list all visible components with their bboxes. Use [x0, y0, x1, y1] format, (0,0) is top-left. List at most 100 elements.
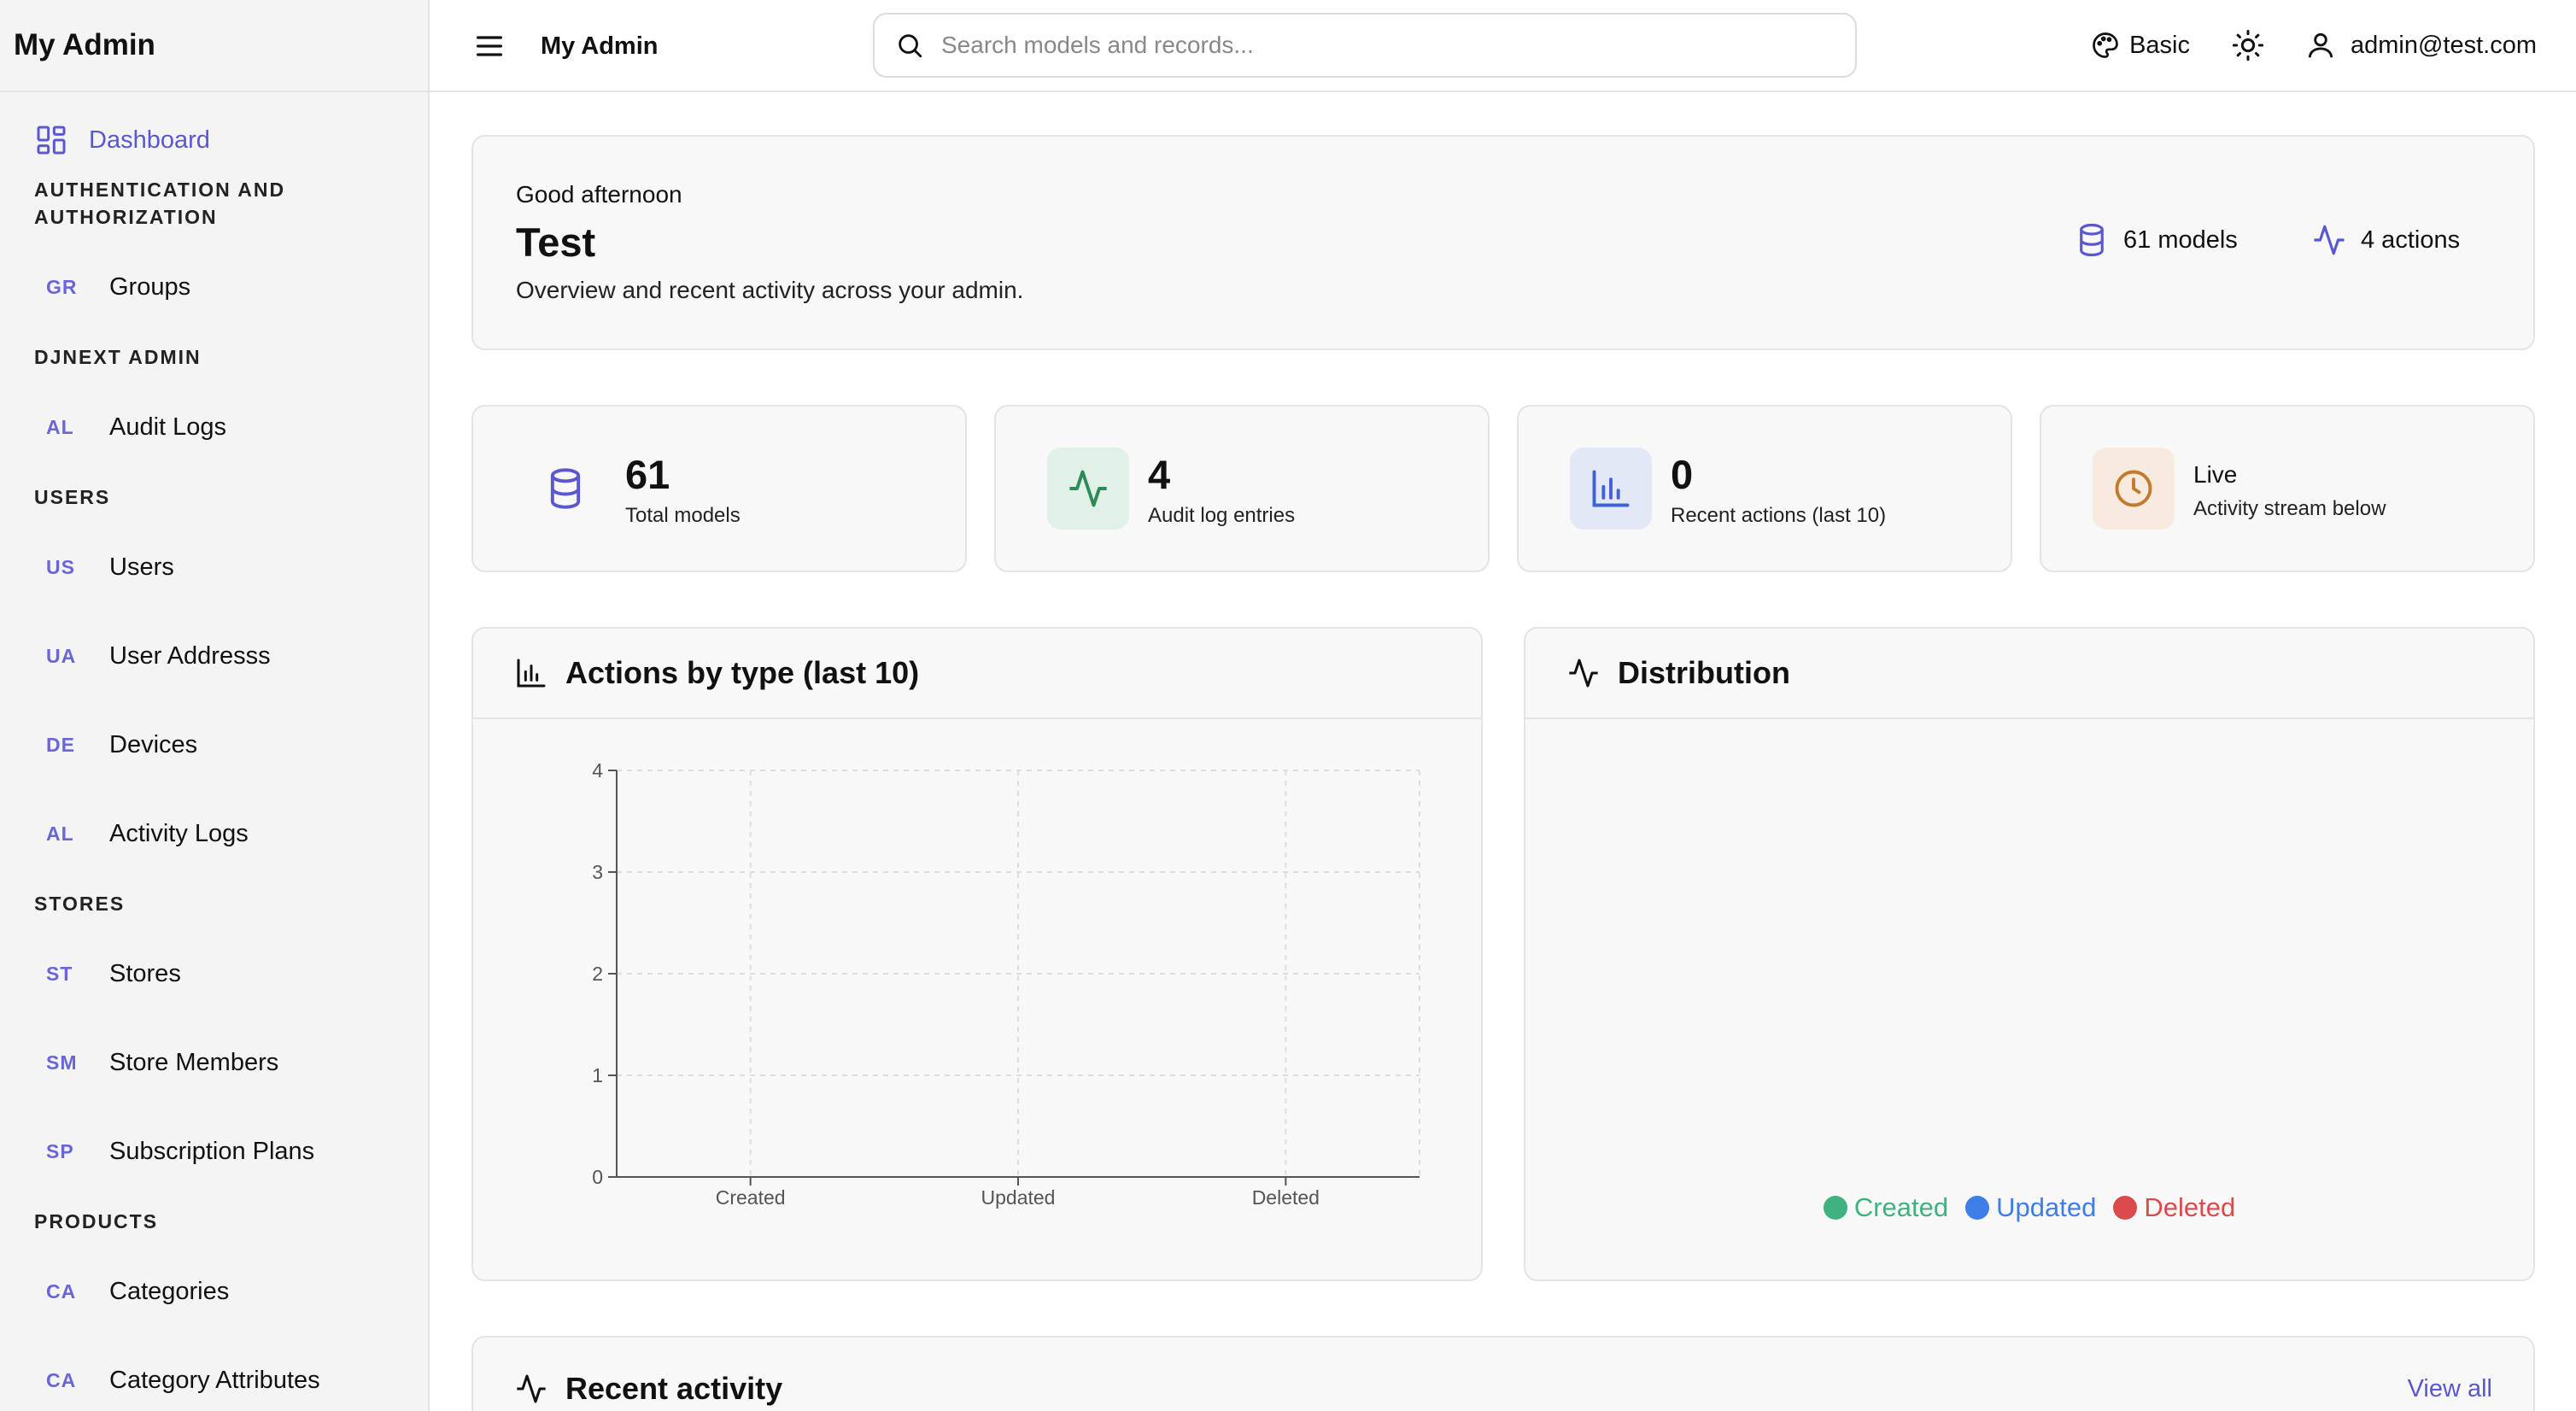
sidebar-item-label: Category Attributes	[109, 1366, 320, 1394]
search-icon	[899, 34, 922, 58]
sidebar-item-user-addresss[interactable]: UA User Addresss	[0, 612, 428, 700]
sidebar-item-label: Users	[109, 553, 174, 581]
sidebar-item-activity-logs[interactable]: AL Activity Logs	[0, 789, 428, 878]
topbar-title: My Admin	[541, 32, 659, 60]
sun-icon[interactable]	[2231, 28, 2265, 62]
legend-item-created[interactable]: Created	[1823, 1192, 1949, 1223]
user-name: Test	[516, 220, 596, 265]
stat-card-audit-log: 4 Audit log entries	[994, 405, 1490, 572]
sidebar-nav: Dashboard AUTHENTICATION AND AUTHORIZATI…	[0, 92, 428, 1411]
nav-abbr: US	[46, 555, 75, 578]
nav-section-title: AUTHENTICATION AND AUTHORIZATION	[34, 179, 286, 228]
x-tick-label: Deleted	[1252, 1186, 1320, 1209]
nav-section-title: USERS	[34, 486, 111, 508]
sidebar-item-label: User Addresss	[109, 641, 271, 670]
sidebar-item-label: Devices	[109, 730, 198, 758]
stat-card-total-models: 61 Total models	[471, 405, 967, 572]
sidebar-item-label: Audit Logs	[109, 413, 227, 441]
sidebar-item-store-members[interactable]: SM Store Members	[0, 1018, 428, 1107]
stat-value: 0	[1671, 452, 1694, 497]
user-email: admin@test.com	[2350, 31, 2537, 59]
nav-section-title: STORES	[34, 893, 126, 915]
activity-icon	[2314, 225, 2345, 255]
legend-label: Updated	[1996, 1192, 2097, 1222]
greeting: Good afternoon	[516, 181, 682, 208]
sidebar-item-label: Subscription Plans	[109, 1137, 315, 1165]
nav-abbr: GR	[46, 275, 78, 298]
y-tick-label: 4	[592, 759, 603, 782]
panel-header: Recent activity	[473, 1338, 2533, 1411]
stat-label: Audit log entries	[1148, 504, 1296, 527]
sidebar-item-label: Store Members	[109, 1048, 279, 1076]
stat-label: Total models	[625, 504, 741, 527]
sidebar-item-label: Stores	[109, 959, 181, 987]
stat-label: Activity stream below	[2193, 497, 2386, 520]
legend-item-updated[interactable]: Updated	[1965, 1192, 2096, 1223]
sidebar-item-subscription-plans[interactable]: SP Subscription Plans	[0, 1107, 428, 1196]
sidebar-item-users[interactable]: US Users	[0, 523, 428, 612]
activity-icon	[517, 1374, 546, 1403]
stat-icon-box	[1570, 448, 1652, 530]
legend-swatch	[1965, 1196, 1990, 1220]
nav-section-title: DJNEXT ADMIN	[34, 346, 202, 368]
y-tick-label: 3	[592, 861, 603, 883]
stat-card-recent-actions: 0 Recent actions (last 10)	[1517, 405, 2012, 572]
search-input[interactable]	[941, 32, 1795, 59]
nav-abbr: AL	[46, 415, 74, 438]
distribution-panel: Distribution Created Updated Deleted	[1524, 627, 2535, 1281]
stat-icon-box	[2093, 448, 2175, 530]
distribution-legend: Created Updated Deleted	[1525, 1192, 2533, 1223]
activity-icon	[1069, 470, 1107, 507]
stat-value: 61	[625, 452, 670, 497]
stat-card-live: Live Activity stream below	[2040, 405, 2535, 572]
welcome-subtitle: Overview and recent activity across your…	[516, 277, 1024, 303]
y-tick-label: 2	[592, 963, 603, 985]
models-stat: 61 models	[2074, 222, 2238, 258]
sidebar-item-label: Categories	[109, 1277, 230, 1305]
actions-chart-panel: Actions by type (last 10) 0 1 2 3 4 Created Up…	[471, 627, 1483, 1281]
legend-label: Deleted	[2144, 1192, 2236, 1222]
sidebar-item-audit-logs[interactable]: AL Audit Logs	[0, 383, 428, 471]
stat-icon-box	[524, 448, 606, 530]
sidebar-item-stores[interactable]: ST Stores	[0, 929, 428, 1018]
bar-chart-icon	[517, 659, 546, 688]
nav-abbr: DE	[46, 733, 75, 756]
nav-abbr: UA	[46, 644, 77, 667]
actions-stat: 4 actions	[2311, 222, 2460, 258]
sidebar: My Admin Dashboard AUTHENTICATION AND AU…	[0, 0, 430, 1411]
topbar: My Admin Basic admin@test.com	[430, 0, 2576, 92]
nav-abbr: ST	[46, 962, 73, 985]
recent-activity-panel: Recent activity View all	[471, 1336, 2535, 1411]
sidebar-item-label: Groups	[109, 272, 191, 301]
legend-item-deleted[interactable]: Deleted	[2113, 1192, 2235, 1223]
stat-value: 4	[1148, 452, 1171, 497]
user-menu[interactable]: admin@test.com	[2304, 29, 2537, 61]
view-all-link[interactable]: View all	[2408, 1375, 2492, 1403]
search-box[interactable]	[873, 13, 1857, 78]
menu-icon[interactable]	[472, 29, 506, 63]
panel-header: Actions by type (last 10)	[473, 629, 1481, 719]
clock-icon	[2115, 470, 2152, 507]
panel-header: Distribution	[1525, 629, 2533, 719]
bar-chart-icon	[1592, 470, 1630, 507]
theme-label: Basic	[2129, 31, 2190, 59]
sidebar-brand[interactable]: My Admin	[0, 0, 428, 92]
sidebar-item-groups[interactable]: GR Groups	[0, 243, 428, 331]
database-icon	[2080, 223, 2104, 257]
sidebar-item-dashboard[interactable]: Dashboard	[0, 116, 428, 164]
actions-bar-chart: 0 1 2 3 4 Created Updated Deleted	[592, 759, 1420, 1209]
sidebar-item-devices[interactable]: DE Devices	[0, 700, 428, 789]
theme-selector[interactable]: Basic	[2090, 30, 2190, 61]
dashboard-icon	[37, 126, 66, 155]
stat-icon-box	[1047, 448, 1129, 530]
models-stat-label: 61 models	[2123, 225, 2238, 254]
sidebar-item-label: Dashboard	[89, 126, 210, 154]
sidebar-item-categories[interactable]: CA Categories	[0, 1247, 428, 1336]
sidebar-item-category-attributes[interactable]: CA Category Attributes	[0, 1336, 428, 1411]
nav-section-title: PRODUCTS	[34, 1210, 159, 1232]
sidebar-item-label: Activity Logs	[109, 819, 249, 847]
nav-abbr: CA	[46, 1368, 77, 1391]
database-icon	[550, 468, 581, 509]
stat-value: Live	[2193, 461, 2238, 488]
legend-label: Created	[1853, 1192, 1949, 1222]
